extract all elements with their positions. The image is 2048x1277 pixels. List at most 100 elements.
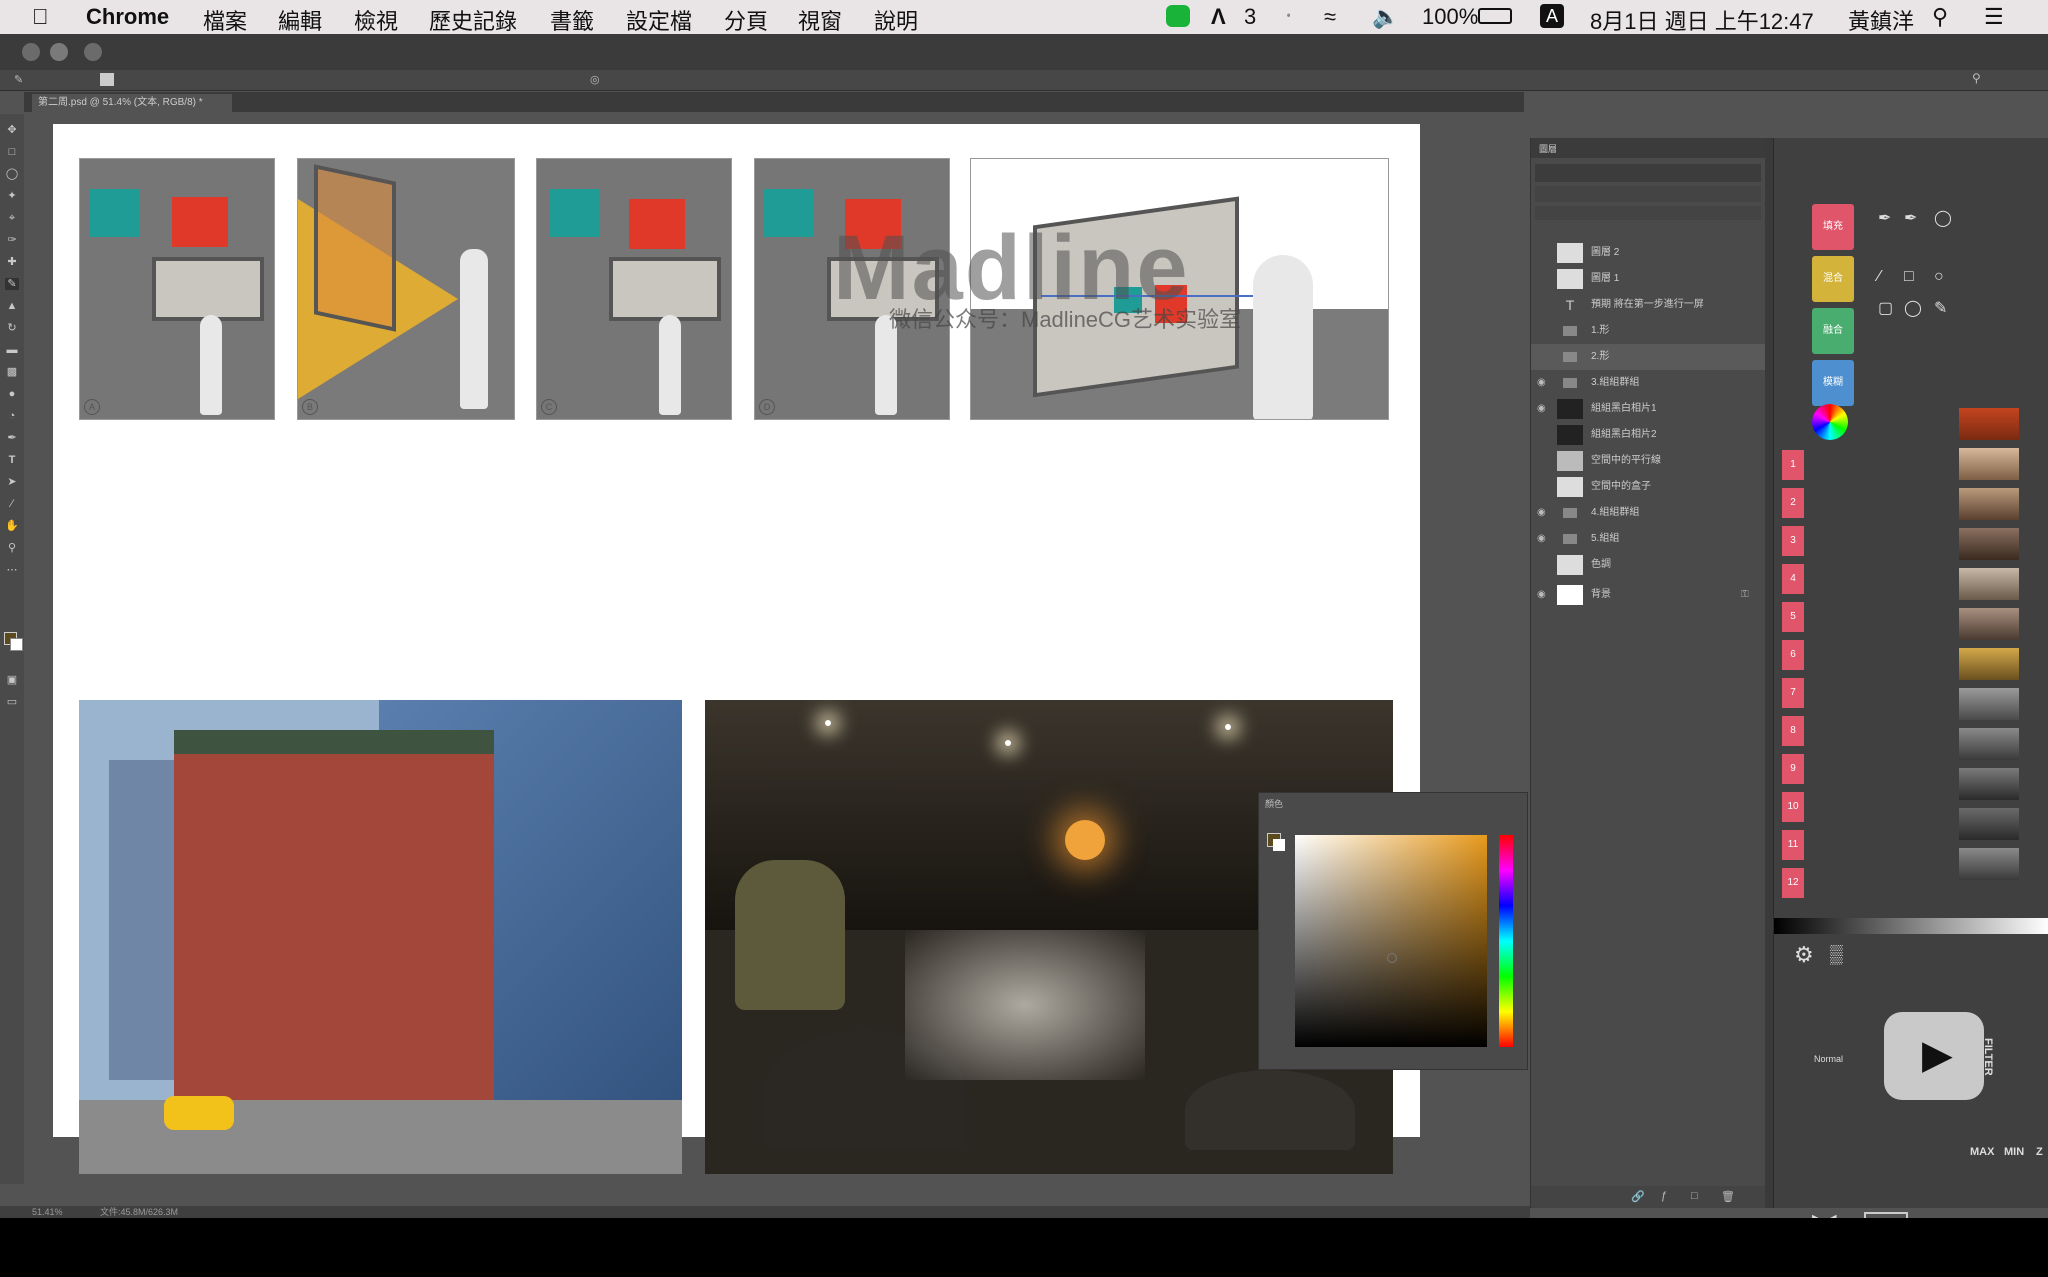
spotlight-icon[interactable]: ⚲: [1932, 4, 1948, 30]
rect-icon[interactable]: □: [1904, 268, 1914, 286]
layer-row[interactable]: 組組黑白相片2: [1531, 422, 1766, 448]
fx-icon[interactable]: ƒ: [1661, 1190, 1667, 1202]
eyedropper-icon[interactable]: ✑: [5, 234, 19, 246]
layer-row-background[interactable]: ◉ 背景 ⚿: [1531, 582, 1766, 608]
type-tool-icon[interactable]: T: [5, 454, 19, 466]
layer-group-row[interactable]: 1.形: [1531, 318, 1766, 344]
volume-icon[interactable]: 🔈: [1372, 4, 1399, 30]
line-icon[interactable]: ∕: [1878, 268, 1881, 286]
eraser-tool-icon[interactable]: ▬: [5, 344, 19, 356]
menu-tab[interactable]: 分頁: [724, 4, 768, 36]
settings-icon[interactable]: ⚙: [1794, 942, 1814, 968]
layer-group-row[interactable]: ◉ 3.組組群組: [1531, 370, 1766, 396]
minimize-window-icon[interactable]: [50, 43, 68, 61]
menu-window[interactable]: 視窗: [798, 4, 842, 36]
texture-swatch[interactable]: [1959, 848, 2019, 880]
numbered-button[interactable]: 3: [1782, 526, 1804, 556]
blur-tool-icon[interactable]: ●: [5, 388, 19, 400]
numbered-button[interactable]: 6: [1782, 640, 1804, 670]
crop-tool-icon[interactable]: ⌖: [5, 212, 19, 224]
layer-row[interactable]: 圖層 2: [1531, 240, 1766, 266]
grayscale-strip[interactable]: [1774, 918, 2048, 934]
zoom-window-icon[interactable]: [84, 43, 102, 61]
menu-bookmarks[interactable]: 書籤: [550, 4, 594, 36]
more-tools-icon[interactable]: ⋯: [5, 564, 19, 576]
move-tool-icon[interactable]: ✥: [5, 124, 19, 136]
color-cursor[interactable]: [1387, 953, 1397, 963]
zoom-tool-icon[interactable]: ⚲: [5, 542, 19, 554]
history-brush-icon[interactable]: ↻: [5, 322, 19, 334]
eye-icon[interactable]: ◉: [1537, 370, 1553, 396]
quick-mask-icon[interactable]: ▣: [5, 674, 19, 686]
menu-edit[interactable]: 編輯: [278, 4, 322, 36]
play-icon[interactable]: ▶: [1922, 1032, 1953, 1078]
numbered-button[interactable]: 4: [1782, 564, 1804, 594]
menu-file[interactable]: 檔案: [203, 4, 247, 36]
lasso-tool-icon[interactable]: ◯: [5, 168, 19, 180]
numbered-button[interactable]: 11: [1782, 830, 1804, 860]
wifi-icon[interactable]: ≈: [1324, 4, 1336, 30]
apple-icon[interactable]: : [32, 4, 49, 30]
close-window-icon[interactable]: [22, 43, 40, 61]
menu-help[interactable]: 說明: [874, 4, 918, 36]
background-color-swatch[interactable]: [1273, 839, 1285, 851]
texture-swatch[interactable]: [1959, 448, 2019, 480]
color-wheel-icon[interactable]: [1812, 404, 1848, 440]
link-layers-icon[interactable]: 🔗: [1631, 1190, 1645, 1203]
layer-group-row[interactable]: 2.形: [1531, 344, 1766, 370]
zoom-level[interactable]: 51.41%: [32, 1206, 63, 1218]
texture-swatch[interactable]: [1959, 728, 2019, 760]
input-method[interactable]: A: [1540, 4, 1564, 28]
texture-swatch[interactable]: [1959, 608, 2019, 640]
numbered-button[interactable]: 1: [1782, 450, 1804, 480]
eye-icon[interactable]: ◉: [1537, 526, 1553, 552]
menu-profile[interactable]: 設定檔: [626, 4, 692, 36]
search-icon[interactable]: ⚲: [1972, 71, 1981, 85]
target-icon[interactable]: ◎: [590, 73, 600, 86]
texture-swatch[interactable]: [1959, 528, 2019, 560]
numbered-button[interactable]: 7: [1782, 678, 1804, 708]
brush-panel-icon[interactable]: [100, 73, 114, 86]
stamp-tool-icon[interactable]: ▲: [5, 300, 19, 312]
dodge-tool-icon[interactable]: ◔: [5, 410, 19, 422]
preset-button[interactable]: 融合: [1812, 308, 1854, 354]
texture-swatch[interactable]: [1959, 808, 2019, 840]
hue-slider[interactable]: [1499, 835, 1513, 1047]
texture-swatch[interactable]: [1959, 688, 2019, 720]
eye-icon[interactable]: ◉: [1537, 582, 1553, 608]
video-player-icon[interactable]: ▶: [1884, 1012, 1984, 1100]
preset-button[interactable]: 模糊: [1812, 360, 1854, 406]
blend-normal-label[interactable]: Normal: [1814, 1054, 1843, 1064]
eye-icon[interactable]: ◉: [1537, 396, 1553, 422]
hand-tool-icon[interactable]: ✋: [5, 520, 19, 532]
healing-brush-icon[interactable]: ✚: [5, 256, 19, 268]
pen-tool-icon[interactable]: ✒: [5, 432, 19, 444]
rounded-rect-icon[interactable]: ▢: [1878, 298, 1893, 318]
lasso-icon[interactable]: ◯: [1934, 208, 1952, 228]
numbered-button[interactable]: 5: [1782, 602, 1804, 632]
magic-wand-icon[interactable]: ✦: [5, 190, 19, 202]
user-name[interactable]: 黃鎮洋: [1848, 4, 1914, 36]
histogram-icon[interactable]: ▒: [1830, 944, 1843, 965]
marquee-tool-icon[interactable]: □: [5, 146, 19, 158]
max-label[interactable]: MAX: [1970, 1146, 1994, 1158]
saturation-brightness-field[interactable]: [1295, 835, 1487, 1047]
line-app-icon[interactable]: [1166, 5, 1190, 27]
screen-mode-icon[interactable]: ▭: [5, 696, 19, 708]
texture-swatch[interactable]: [1959, 768, 2019, 800]
layer-filter-bar[interactable]: [1535, 164, 1761, 182]
menu-history[interactable]: 歷史記錄: [429, 4, 517, 36]
circle-icon[interactable]: ◯: [1904, 298, 1922, 318]
control-center-icon[interactable]: ☰: [1984, 4, 2004, 30]
layer-row[interactable]: 空間中的盒子: [1531, 474, 1766, 500]
texture-swatch[interactable]: [1959, 488, 2019, 520]
layer-row[interactable]: 圖層 1: [1531, 266, 1766, 292]
pen-icon[interactable]: ✒: [1878, 208, 1891, 228]
battery-icon[interactable]: [1478, 8, 1512, 24]
layer-row[interactable]: 色調: [1531, 552, 1766, 578]
bluetooth-icon[interactable]: ᛫: [1282, 4, 1295, 30]
numbered-button[interactable]: 10: [1782, 792, 1804, 822]
document-tab[interactable]: 第二周.psd @ 51.4% (文本, RGB/8) *: [32, 94, 232, 112]
clock[interactable]: 8月1日 週日 上午12:47: [1590, 4, 1814, 36]
texture-swatch[interactable]: [1959, 648, 2019, 680]
